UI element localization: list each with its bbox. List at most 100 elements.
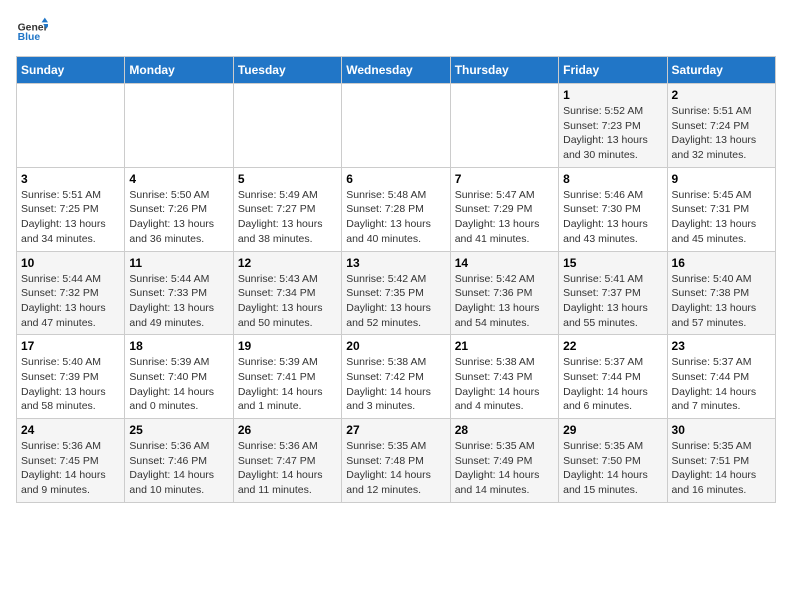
day-number: 7	[455, 172, 554, 186]
day-number: 15	[563, 256, 662, 270]
calendar-week: 24Sunrise: 5:36 AM Sunset: 7:45 PM Dayli…	[17, 419, 776, 503]
calendar-day: 29Sunrise: 5:35 AM Sunset: 7:50 PM Dayli…	[559, 419, 667, 503]
day-info: Sunrise: 5:50 AM Sunset: 7:26 PM Dayligh…	[129, 188, 228, 247]
day-info: Sunrise: 5:42 AM Sunset: 7:35 PM Dayligh…	[346, 272, 445, 331]
calendar-day	[233, 84, 341, 168]
day-info: Sunrise: 5:38 AM Sunset: 7:42 PM Dayligh…	[346, 355, 445, 414]
calendar-week: 10 Sunrise: 5:44 AM Sunset: 7:32 PM Dayli…	[17, 251, 776, 335]
calendar-body: 1 Sunrise: 5:52 AM Sunset: 7:23 PM Daylig…	[17, 84, 776, 503]
calendar-day: 30 Sunrise: 5:35 AM Sunset: 7:51 PM Dayli…	[667, 419, 775, 503]
day-info: Sunrise: 5:42 AM Sunset: 7:36 PM Dayligh…	[455, 272, 554, 331]
calendar-day: 21 Sunrise: 5:38 AM Sunset: 7:43 PM Dayli…	[450, 335, 558, 419]
weekday-header: Tuesday	[233, 57, 341, 84]
calendar-day	[342, 84, 450, 168]
day-info: Sunrise: 5:36 AM Sunset: 7:47 PM Dayligh…	[238, 439, 337, 498]
calendar-day: 22Sunrise: 5:37 AM Sunset: 7:44 PM Dayli…	[559, 335, 667, 419]
calendar-day: 25 Sunrise: 5:36 AM Sunset: 7:46 PM Dayli…	[125, 419, 233, 503]
calendar-header: SundayMondayTuesdayWednesdayThursdayFrid…	[17, 57, 776, 84]
calendar-day: 10 Sunrise: 5:44 AM Sunset: 7:32 PM Dayli…	[17, 251, 125, 335]
weekday-header: Thursday	[450, 57, 558, 84]
calendar-day: 5 Sunrise: 5:49 AM Sunset: 7:27 PM Daylig…	[233, 167, 341, 251]
day-info: Sunrise: 5:48 AM Sunset: 7:28 PM Dayligh…	[346, 188, 445, 247]
day-info: Sunrise: 5:37 AM Sunset: 7:44 PM Dayligh…	[563, 355, 662, 414]
day-info: Sunrise: 5:44 AM Sunset: 7:33 PM Dayligh…	[129, 272, 228, 331]
day-number: 25	[129, 423, 228, 437]
day-info: Sunrise: 5:36 AM Sunset: 7:45 PM Dayligh…	[21, 439, 120, 498]
calendar-day	[125, 84, 233, 168]
day-info: Sunrise: 5:44 AM Sunset: 7:32 PM Dayligh…	[21, 272, 120, 331]
day-info: Sunrise: 5:38 AM Sunset: 7:43 PM Dayligh…	[455, 355, 554, 414]
day-number: 13	[346, 256, 445, 270]
day-number: 21	[455, 339, 554, 353]
day-number: 6	[346, 172, 445, 186]
calendar-day: 23 Sunrise: 5:37 AM Sunset: 7:44 PM Dayli…	[667, 335, 775, 419]
day-info: Sunrise: 5:39 AM Sunset: 7:40 PM Dayligh…	[129, 355, 228, 414]
calendar-day: 7Sunrise: 5:47 AM Sunset: 7:29 PM Daylig…	[450, 167, 558, 251]
weekday-header: Saturday	[667, 57, 775, 84]
calendar-day: 3 Sunrise: 5:51 AM Sunset: 7:25 PM Daylig…	[17, 167, 125, 251]
day-info: Sunrise: 5:36 AM Sunset: 7:46 PM Dayligh…	[129, 439, 228, 498]
weekday-header: Sunday	[17, 57, 125, 84]
day-number: 27	[346, 423, 445, 437]
day-info: Sunrise: 5:41 AM Sunset: 7:37 PM Dayligh…	[563, 272, 662, 331]
calendar-day: 16 Sunrise: 5:40 AM Sunset: 7:38 PM Dayli…	[667, 251, 775, 335]
day-number: 1	[563, 88, 662, 102]
calendar-day	[450, 84, 558, 168]
day-number: 10	[21, 256, 120, 270]
weekday-header: Monday	[125, 57, 233, 84]
calendar-day: 19Sunrise: 5:39 AM Sunset: 7:41 PM Dayli…	[233, 335, 341, 419]
calendar-day: 14 Sunrise: 5:42 AM Sunset: 7:36 PM Dayli…	[450, 251, 558, 335]
calendar-day: 12 Sunrise: 5:43 AM Sunset: 7:34 PM Dayli…	[233, 251, 341, 335]
day-number: 28	[455, 423, 554, 437]
day-info: Sunrise: 5:37 AM Sunset: 7:44 PM Dayligh…	[672, 355, 771, 414]
day-info: Sunrise: 5:52 AM Sunset: 7:23 PM Dayligh…	[563, 104, 662, 163]
day-number: 17	[21, 339, 120, 353]
day-number: 29	[563, 423, 662, 437]
day-number: 9	[672, 172, 771, 186]
day-info: Sunrise: 5:40 AM Sunset: 7:39 PM Dayligh…	[21, 355, 120, 414]
calendar-day: 8Sunrise: 5:46 AM Sunset: 7:30 PM Daylig…	[559, 167, 667, 251]
day-info: Sunrise: 5:35 AM Sunset: 7:48 PM Dayligh…	[346, 439, 445, 498]
day-info: Sunrise: 5:51 AM Sunset: 7:24 PM Dayligh…	[672, 104, 771, 163]
logo: General Blue	[16, 16, 48, 48]
calendar-week: 1 Sunrise: 5:52 AM Sunset: 7:23 PM Daylig…	[17, 84, 776, 168]
day-number: 16	[672, 256, 771, 270]
day-info: Sunrise: 5:43 AM Sunset: 7:34 PM Dayligh…	[238, 272, 337, 331]
day-number: 14	[455, 256, 554, 270]
calendar-day: 15 Sunrise: 5:41 AM Sunset: 7:37 PM Dayli…	[559, 251, 667, 335]
weekday-header: Wednesday	[342, 57, 450, 84]
weekday-header: Friday	[559, 57, 667, 84]
calendar-day: 24Sunrise: 5:36 AM Sunset: 7:45 PM Dayli…	[17, 419, 125, 503]
logo-icon: General Blue	[16, 16, 48, 48]
calendar-table: SundayMondayTuesdayWednesdayThursdayFrid…	[16, 56, 776, 503]
day-info: Sunrise: 5:39 AM Sunset: 7:41 PM Dayligh…	[238, 355, 337, 414]
calendar-day: 27 Sunrise: 5:35 AM Sunset: 7:48 PM Dayli…	[342, 419, 450, 503]
day-number: 5	[238, 172, 337, 186]
day-number: 20	[346, 339, 445, 353]
calendar-day: 13 Sunrise: 5:42 AM Sunset: 7:35 PM Dayli…	[342, 251, 450, 335]
page-header: General Blue	[16, 16, 776, 48]
calendar-week: 3 Sunrise: 5:51 AM Sunset: 7:25 PM Daylig…	[17, 167, 776, 251]
day-number: 23	[672, 339, 771, 353]
day-info: Sunrise: 5:49 AM Sunset: 7:27 PM Dayligh…	[238, 188, 337, 247]
day-info: Sunrise: 5:45 AM Sunset: 7:31 PM Dayligh…	[672, 188, 771, 247]
day-number: 2	[672, 88, 771, 102]
day-number: 4	[129, 172, 228, 186]
calendar-day: 18Sunrise: 5:39 AM Sunset: 7:40 PM Dayli…	[125, 335, 233, 419]
calendar-day: 28Sunrise: 5:35 AM Sunset: 7:49 PM Dayli…	[450, 419, 558, 503]
calendar-day: 11 Sunrise: 5:44 AM Sunset: 7:33 PM Dayli…	[125, 251, 233, 335]
calendar-day	[17, 84, 125, 168]
day-number: 12	[238, 256, 337, 270]
day-number: 3	[21, 172, 120, 186]
day-info: Sunrise: 5:35 AM Sunset: 7:51 PM Dayligh…	[672, 439, 771, 498]
day-info: Sunrise: 5:46 AM Sunset: 7:30 PM Dayligh…	[563, 188, 662, 247]
calendar-week: 17 Sunrise: 5:40 AM Sunset: 7:39 PM Dayli…	[17, 335, 776, 419]
calendar-day: 9 Sunrise: 5:45 AM Sunset: 7:31 PM Daylig…	[667, 167, 775, 251]
day-info: Sunrise: 5:51 AM Sunset: 7:25 PM Dayligh…	[21, 188, 120, 247]
day-info: Sunrise: 5:40 AM Sunset: 7:38 PM Dayligh…	[672, 272, 771, 331]
calendar-day: 4 Sunrise: 5:50 AM Sunset: 7:26 PM Daylig…	[125, 167, 233, 251]
calendar-day: 20 Sunrise: 5:38 AM Sunset: 7:42 PM Dayli…	[342, 335, 450, 419]
day-number: 30	[672, 423, 771, 437]
calendar-day: 1 Sunrise: 5:52 AM Sunset: 7:23 PM Daylig…	[559, 84, 667, 168]
day-number: 11	[129, 256, 228, 270]
